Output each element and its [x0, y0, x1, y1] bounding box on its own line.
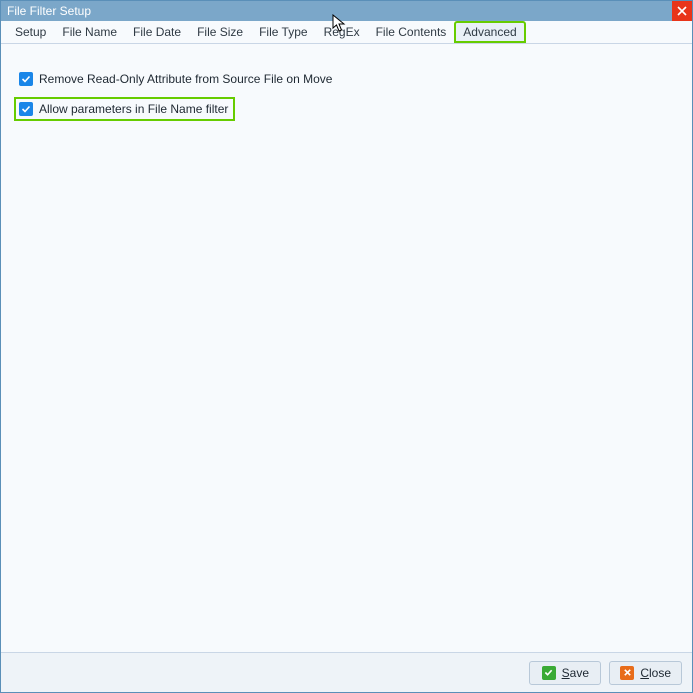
- save-button[interactable]: Save: [529, 661, 601, 685]
- checkbox-allow-parameters[interactable]: Allow parameters in File Name filter: [14, 97, 235, 121]
- x-icon: [620, 666, 634, 680]
- checkbox-label: Allow parameters in File Name filter: [39, 102, 228, 116]
- tab-file-name[interactable]: File Name: [54, 21, 125, 43]
- button-label: Close: [640, 666, 671, 680]
- check-icon: [542, 666, 556, 680]
- tab-bar: Setup File Name File Date File Size File…: [1, 21, 692, 44]
- dialog-window: File Filter Setup Setup File Name File D…: [0, 0, 693, 693]
- tab-file-size[interactable]: File Size: [189, 21, 251, 43]
- tab-setup[interactable]: Setup: [7, 21, 54, 43]
- checkmark-icon: [19, 72, 33, 86]
- window-close-button[interactable]: [672, 1, 692, 21]
- window-title: File Filter Setup: [7, 4, 91, 18]
- content-area: Remove Read-Only Attribute from Source F…: [1, 44, 692, 652]
- footer-bar: Save Close: [1, 652, 692, 692]
- tab-regex[interactable]: RegEx: [316, 21, 368, 43]
- close-icon: [677, 6, 687, 16]
- tab-file-contents[interactable]: File Contents: [368, 21, 455, 43]
- tab-advanced[interactable]: Advanced: [454, 21, 525, 43]
- checkbox-label: Remove Read-Only Attribute from Source F…: [39, 72, 332, 86]
- checkbox-remove-readonly[interactable]: Remove Read-Only Attribute from Source F…: [19, 72, 332, 86]
- titlebar: File Filter Setup: [1, 1, 692, 21]
- tab-file-date[interactable]: File Date: [125, 21, 189, 43]
- close-button[interactable]: Close: [609, 661, 682, 685]
- checkmark-icon: [19, 102, 33, 116]
- button-label: Save: [562, 666, 589, 680]
- tab-file-type[interactable]: File Type: [251, 21, 315, 43]
